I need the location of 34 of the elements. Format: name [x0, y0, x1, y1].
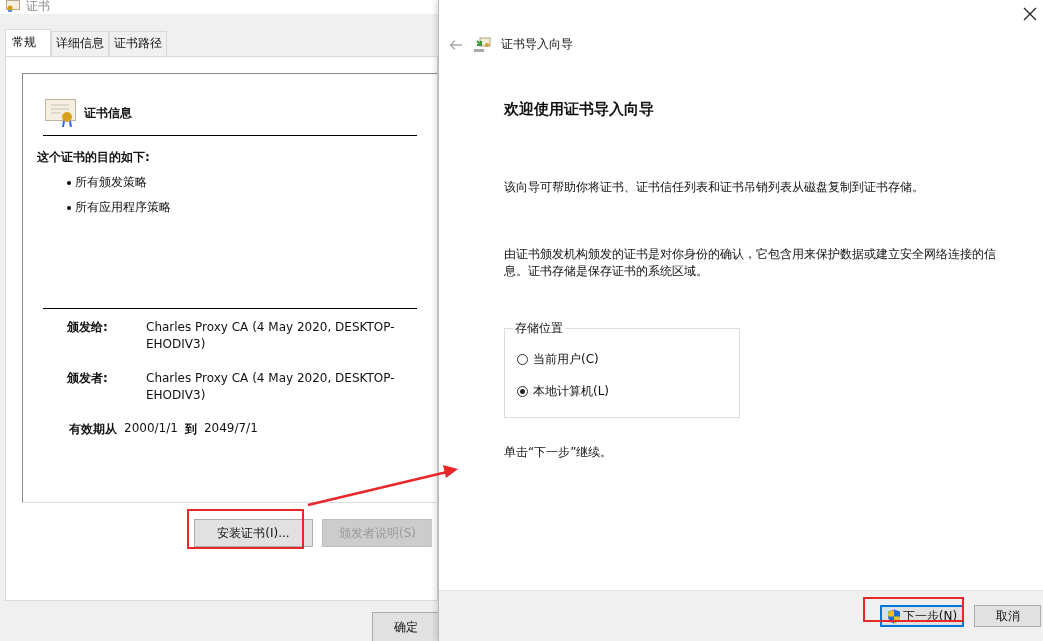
field-value: Charles Proxy CA (4 May 2020, DESKTOP-EHODIV3) — [146, 319, 396, 353]
bullet-icon — [67, 180, 71, 185]
close-icon[interactable] — [1023, 7, 1037, 21]
window-title: 证书 — [26, 0, 50, 15]
purpose-item: 所有应用程序策略 — [75, 199, 171, 216]
validity-date: 2000/1/1 — [124, 421, 178, 437]
paragraph: 由证书颁发机构颁发的证书是对你身份的确认，它包含用来保护数据或建立安全网络连接的信息。证书存储是保存证书的系统区域。 — [504, 246, 997, 280]
bullet-icon — [67, 205, 71, 210]
field-label: 颁发者: — [67, 370, 109, 387]
group-legend: 存储位置 — [513, 320, 565, 337]
purpose-heading: 这个证书的目的如下: — [37, 149, 151, 166]
validity-label: 有效期从 — [69, 421, 117, 438]
paragraph: 该向导可帮助你将证书、证书信任列表和证书吊销列表从磁盘复制到证书存储。 — [504, 179, 925, 196]
tab[interactable]: 详细信息 — [51, 31, 109, 56]
certificate-import-icon — [473, 36, 491, 53]
wizard-title: 证书导入向导 — [501, 36, 573, 53]
tab[interactable]: 证书路径 — [109, 31, 167, 56]
validity-date: 2049/7/1 — [203, 421, 258, 437]
wizard-heading: 欢迎使用证书导入向导 — [504, 100, 655, 119]
shield-icon — [886, 608, 901, 624]
certificate-icon — [6, 0, 20, 12]
cancel-button[interactable]: 取消 — [974, 605, 1041, 627]
field-label: 颁发给: — [67, 319, 109, 336]
tab[interactable]: 常规 — [5, 29, 51, 56]
radio-label[interactable]: 当前用户(C) — [533, 350, 599, 368]
purpose-item: 所有颁发策略 — [75, 174, 147, 191]
install-certificate-button[interactable]: 安装证书(I)... — [194, 519, 313, 547]
ok-button[interactable]: 确定 — [372, 612, 438, 641]
validity-label: 到 — [184, 421, 197, 438]
field-value: Charles Proxy CA (4 May 2020, DESKTOP-EHODIV3) — [146, 370, 396, 404]
instruction-text: 单击“下一步”继续。 — [504, 444, 614, 461]
radio-label[interactable]: 本地计算机(L) — [533, 382, 610, 400]
certificate-icon — [45, 99, 77, 127]
section-heading: 证书信息 — [84, 104, 132, 122]
